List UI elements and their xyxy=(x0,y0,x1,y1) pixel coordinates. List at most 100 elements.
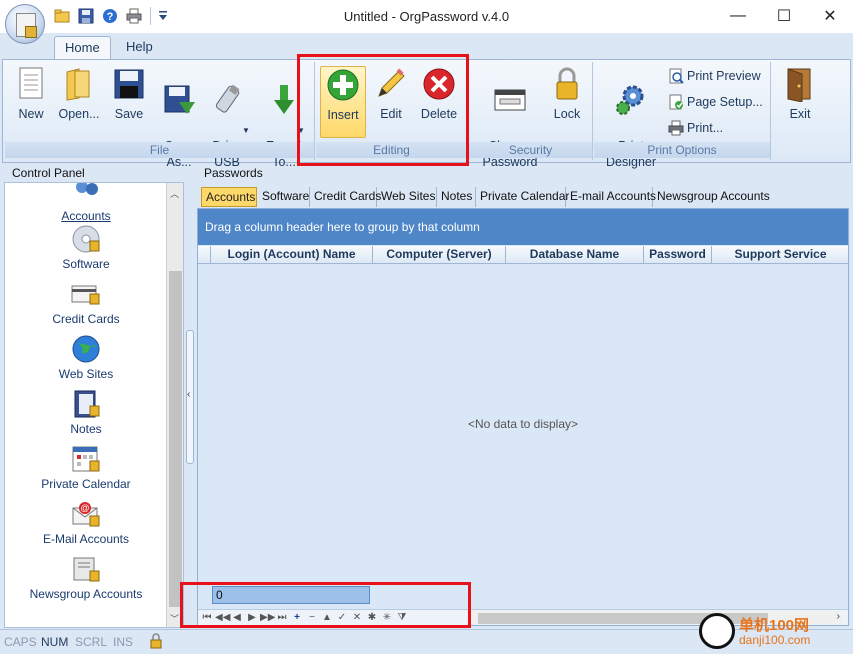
exit-door-icon xyxy=(787,68,811,102)
last-page-icon[interactable]: ⏭ xyxy=(275,611,289,625)
editing-group-label: Editing xyxy=(316,142,467,158)
edit-button[interactable]: Edit xyxy=(370,66,412,122)
save-large-icon xyxy=(114,69,144,99)
empty-grid-message: <No data to display> xyxy=(467,417,579,431)
file-group: New Open... Save Save As... Drive USB ▼ … xyxy=(5,62,315,169)
exit-button[interactable]: Exit xyxy=(780,66,820,122)
delete-label: Delete xyxy=(420,107,458,121)
scroll-down-icon[interactable]: ﹀ xyxy=(170,612,179,625)
users-icon xyxy=(76,183,98,195)
tab-accounts[interactable]: Accounts xyxy=(201,187,257,207)
new-document-icon xyxy=(19,67,43,99)
printer-small-icon xyxy=(668,120,684,136)
insert-button[interactable]: Insert xyxy=(320,66,366,138)
delete-record-icon[interactable]: − xyxy=(305,611,319,625)
num-indicator: NUM xyxy=(41,635,69,649)
print-button[interactable]: Print... xyxy=(668,120,723,136)
column-header-database[interactable]: Database Name xyxy=(506,246,644,264)
print-options-group: Print Designer Print Preview Page Setup.… xyxy=(594,62,771,169)
filter-icon[interactable]: ⧩ xyxy=(395,611,409,625)
cp-item-email-accounts[interactable]: @ E-Mail Accounts xyxy=(5,498,167,546)
file-group-label: File xyxy=(5,142,314,158)
tab-private-calendar[interactable]: Private Calendar xyxy=(476,187,569,207)
new-button[interactable]: New xyxy=(11,66,51,122)
pencil-icon xyxy=(378,68,405,97)
delete-x-icon xyxy=(423,68,455,100)
lock-button[interactable]: Lock xyxy=(549,66,585,122)
next-record-icon[interactable]: ▶ xyxy=(245,611,259,625)
page-setup-label: Page Setup... xyxy=(687,95,763,109)
group-by-panel[interactable]: Drag a column header here to group by th… xyxy=(198,209,848,245)
lock-label: Lock xyxy=(553,107,581,121)
padlock-icon xyxy=(556,67,578,100)
column-header-support[interactable]: Support Service xyxy=(712,246,848,264)
credit-card-icon xyxy=(71,285,100,305)
cancel-edit-icon[interactable]: ✕ xyxy=(350,611,364,625)
panel-splitter[interactable]: ‹ xyxy=(186,330,194,464)
cp-label-accounts: Accounts xyxy=(61,209,111,223)
tab-help[interactable]: Help xyxy=(116,36,163,59)
prev-record-icon[interactable]: ◀ xyxy=(230,611,244,625)
maximize-button[interactable]: ☐ xyxy=(761,0,807,32)
close-button[interactable]: ✕ xyxy=(807,0,853,32)
open-folder-large-icon xyxy=(66,68,90,101)
open-button[interactable]: Open... xyxy=(55,66,103,122)
control-panel-scrollbar[interactable]: ︿ ﹀ xyxy=(166,183,183,627)
tab-software[interactable]: Software xyxy=(258,187,310,207)
next-page-icon[interactable]: ▶▶ xyxy=(260,611,275,625)
append-record-icon[interactable]: + xyxy=(290,611,304,625)
cp-item-newsgroup-accounts[interactable]: Newsgroup Accounts xyxy=(5,553,167,601)
column-header-login[interactable]: Login (Account) Name xyxy=(211,246,373,264)
tab-web-sites[interactable]: Web Sites xyxy=(377,187,437,207)
minimize-button[interactable]: — xyxy=(715,0,761,32)
scroll-left-icon[interactable]: ‹ xyxy=(468,611,471,622)
tab-credit-cards[interactable]: Credit Cards xyxy=(310,187,381,207)
ribbon-tabs: Home Help xyxy=(0,33,853,59)
plus-circle-icon xyxy=(327,69,359,101)
post-edit-icon[interactable]: ✓ xyxy=(335,611,349,625)
scrollbar-thumb[interactable] xyxy=(169,271,182,607)
tab-email-accounts[interactable]: E-mail Accounts xyxy=(566,187,656,207)
page-setup-button[interactable]: Page Setup... xyxy=(668,94,763,110)
cp-item-notes[interactable]: Notes xyxy=(5,388,167,436)
calendar-icon xyxy=(72,446,100,472)
print-preview-label: Print Preview xyxy=(687,69,761,83)
bookmark-icon[interactable]: ✳ xyxy=(380,611,394,625)
tab-newsgroup-accounts[interactable]: Newsgroup Accounts xyxy=(653,187,770,207)
tab-notes[interactable]: Notes xyxy=(437,187,476,207)
exit-label: Exit xyxy=(789,107,811,121)
cp-label-credit-cards: Credit Cards xyxy=(52,312,120,326)
insert-label: Insert xyxy=(327,108,359,122)
cp-item-credit-cards[interactable]: Credit Cards xyxy=(5,278,167,326)
page-setup-icon xyxy=(669,94,683,110)
exit-group: Exit xyxy=(772,62,830,160)
refresh-icon[interactable]: ✱ xyxy=(365,611,379,625)
passwords-title: Passwords xyxy=(204,166,263,180)
scrl-indicator: SCRL xyxy=(75,635,108,649)
watermark-url: danji100.com xyxy=(739,633,811,647)
cp-item-web-sites[interactable]: Web Sites xyxy=(5,333,167,381)
cp-item-accounts[interactable]: Accounts xyxy=(5,183,167,223)
print-label: Print... xyxy=(687,121,724,135)
save-button[interactable]: Save xyxy=(109,66,149,122)
cp-item-private-calendar[interactable]: Private Calendar xyxy=(5,443,167,491)
passwords-grid: Drag a column header here to group by th… xyxy=(197,208,849,626)
column-header-password[interactable]: Password xyxy=(644,246,712,264)
collapse-arrow-icon[interactable]: ‹ xyxy=(187,389,190,400)
print-preview-button[interactable]: Print Preview xyxy=(668,68,761,84)
site-watermark: 单机100网 danji100.com xyxy=(699,613,849,653)
delete-button[interactable]: Delete xyxy=(416,66,462,122)
scroll-up-icon[interactable]: ︿ xyxy=(170,187,179,200)
watermark-text: 单机100网 xyxy=(739,617,810,634)
edit-record-icon[interactable]: ▲ xyxy=(320,611,334,625)
cp-label-notes: Notes xyxy=(70,422,102,436)
edit-label: Edit xyxy=(380,107,402,121)
cp-item-software[interactable]: Software xyxy=(5,223,167,271)
application-menu-button[interactable] xyxy=(5,4,45,44)
first-page-icon[interactable]: ⏮ xyxy=(200,611,214,625)
tab-home[interactable]: Home xyxy=(54,36,111,59)
column-header-computer[interactable]: Computer (Server) xyxy=(373,246,506,264)
prev-page-icon[interactable]: ◀◀ xyxy=(215,611,230,625)
export-to-button[interactable]: Export To... ▼ xyxy=(259,66,309,186)
newsgroup-icon xyxy=(73,557,100,582)
